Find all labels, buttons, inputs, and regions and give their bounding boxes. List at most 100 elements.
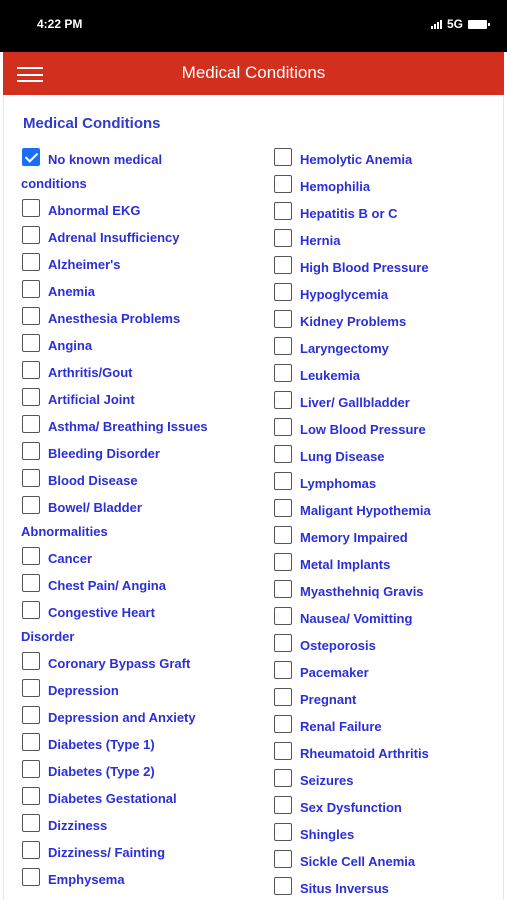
checkbox-icon[interactable]	[22, 868, 40, 886]
condition-item-coronary-bypass-graft[interactable]: Coronary Bypass Graft	[22, 652, 262, 672]
condition-item-congestive-heart-disorder[interactable]: Congestive Heart Disorder	[21, 601, 262, 645]
checkbox-icon[interactable]	[22, 652, 40, 670]
checkbox-icon[interactable]	[22, 574, 40, 592]
condition-item-diabetes-gestational[interactable]: Diabetes Gestational	[22, 787, 262, 807]
condition-item-hepatitis-b-or-c[interactable]: Hepatitis B or C	[274, 202, 502, 222]
condition-item-dizziness[interactable]: Dizziness	[22, 814, 262, 834]
condition-item-angina[interactable]: Angina	[22, 334, 262, 354]
checkbox-icon[interactable]	[274, 661, 292, 679]
checkbox-icon[interactable]	[274, 310, 292, 328]
condition-item-pregnant[interactable]: Pregnant	[274, 688, 502, 708]
checkbox-icon[interactable]	[274, 472, 292, 490]
condition-item-pacemaker[interactable]: Pacemaker	[274, 661, 502, 681]
checkbox-icon[interactable]	[274, 742, 292, 760]
condition-item-hemolytic-anemia[interactable]: Hemolytic Anemia	[274, 148, 502, 168]
condition-item-alzheimer-s[interactable]: Alzheimer's	[22, 253, 262, 273]
checkbox-icon[interactable]	[22, 361, 40, 379]
condition-item-no-known-medical-conditions[interactable]: No known medical conditions	[21, 148, 262, 192]
condition-item-maligant-hypothemia[interactable]: Maligant Hypothemia	[274, 499, 502, 519]
condition-item-sickle-cell-anemia[interactable]: Sickle Cell Anemia	[274, 850, 502, 870]
checkbox-icon[interactable]	[274, 688, 292, 706]
condition-item-leukemia[interactable]: Leukemia	[274, 364, 502, 384]
checkbox-icon[interactable]	[22, 841, 40, 859]
condition-item-situs-inversus[interactable]: Situs Inversus	[274, 877, 502, 897]
condition-item-cancer[interactable]: Cancer	[22, 547, 262, 567]
checkbox-icon[interactable]	[274, 391, 292, 409]
checkbox-icon[interactable]	[22, 706, 40, 724]
condition-item-anemia[interactable]: Anemia	[22, 280, 262, 300]
checkbox-icon[interactable]	[274, 607, 292, 625]
condition-item-hypoglycemia[interactable]: Hypoglycemia	[274, 283, 502, 303]
checkbox-icon[interactable]	[274, 256, 292, 274]
checkbox-icon[interactable]	[274, 823, 292, 841]
checkbox-icon[interactable]	[22, 442, 40, 460]
checkbox-icon[interactable]	[22, 334, 40, 352]
condition-item-asthma-breathing-issues[interactable]: Asthma/ Breathing Issues	[22, 415, 262, 435]
condition-item-lymphomas[interactable]: Lymphomas	[274, 472, 502, 492]
checkbox-icon[interactable]	[274, 175, 292, 193]
checkbox-icon[interactable]	[22, 388, 40, 406]
condition-item-abnormal-ekg[interactable]: Abnormal EKG	[22, 199, 262, 219]
checkbox-icon[interactable]	[22, 679, 40, 697]
checkbox-icon[interactable]	[22, 280, 40, 298]
condition-item-diabetes-type-2[interactable]: Diabetes (Type 2)	[22, 760, 262, 780]
condition-item-bowel-bladder-abnormalities[interactable]: Bowel/ Bladder Abnormalities	[21, 496, 262, 540]
checkbox-icon[interactable]	[22, 469, 40, 487]
checkbox-icon[interactable]	[274, 769, 292, 787]
condition-item-bleeding-disorder[interactable]: Bleeding Disorder	[22, 442, 262, 462]
condition-item-chest-pain-angina[interactable]: Chest Pain/ Angina	[22, 574, 262, 594]
checkbox-icon[interactable]	[22, 547, 40, 565]
condition-item-adrenal-insufficiency[interactable]: Adrenal Insufficiency	[22, 226, 262, 246]
checkbox-icon[interactable]	[274, 148, 292, 166]
condition-item-arthritis-gout[interactable]: Arthritis/Gout	[22, 361, 262, 381]
condition-item-artificial-joint[interactable]: Artificial Joint	[22, 388, 262, 408]
condition-item-anesthesia-problems[interactable]: Anesthesia Problems	[22, 307, 262, 327]
checkbox-icon[interactable]	[274, 283, 292, 301]
condition-item-depression-and-anxiety[interactable]: Depression and Anxiety	[22, 706, 262, 726]
checkbox-icon[interactable]	[274, 202, 292, 220]
checkbox-icon[interactable]	[274, 634, 292, 652]
checkbox-icon[interactable]	[274, 364, 292, 382]
condition-item-memory-impaired[interactable]: Memory Impaired	[274, 526, 502, 546]
condition-item-renal-failure[interactable]: Renal Failure	[274, 715, 502, 735]
condition-item-depression[interactable]: Depression	[22, 679, 262, 699]
checkbox-icon[interactable]	[22, 415, 40, 433]
checkbox-icon[interactable]	[274, 553, 292, 571]
checkbox-icon[interactable]	[274, 229, 292, 247]
condition-item-metal-implants[interactable]: Metal Implants	[274, 553, 502, 573]
checkbox-icon[interactable]	[274, 796, 292, 814]
checkbox-icon[interactable]	[22, 253, 40, 271]
checkbox-icon[interactable]	[22, 226, 40, 244]
checkbox-icon[interactable]	[22, 496, 40, 514]
condition-item-hemophilia[interactable]: Hemophilia	[274, 175, 502, 195]
checkbox-icon[interactable]	[22, 760, 40, 778]
condition-item-myasthehniq-gravis[interactable]: Myasthehniq Gravis	[274, 580, 502, 600]
condition-item-low-blood-pressure[interactable]: Low Blood Pressure	[274, 418, 502, 438]
condition-item-kidney-problems[interactable]: Kidney Problems	[274, 310, 502, 330]
condition-item-liver-gallbladder[interactable]: Liver/ Gallbladder	[274, 391, 502, 411]
condition-item-high-blood-pressure[interactable]: High Blood Pressure	[274, 256, 502, 276]
condition-item-nausea-vomitting[interactable]: Nausea/ Vomitting	[274, 607, 502, 627]
checkbox-icon[interactable]	[22, 733, 40, 751]
condition-item-rheumatoid-arthritis[interactable]: Rheumatoid Arthritis	[274, 742, 502, 762]
checkbox-icon[interactable]	[274, 526, 292, 544]
condition-item-osteporosis[interactable]: Osteporosis	[274, 634, 502, 654]
checkbox-icon[interactable]	[22, 601, 40, 619]
checkbox-icon[interactable]	[22, 199, 40, 217]
condition-item-lung-disease[interactable]: Lung Disease	[274, 445, 502, 465]
checkbox-icon[interactable]	[274, 445, 292, 463]
condition-item-sex-dysfunction[interactable]: Sex Dysfunction	[274, 796, 502, 816]
checkbox-icon[interactable]	[22, 307, 40, 325]
condition-item-blood-disease[interactable]: Blood Disease	[22, 469, 262, 489]
checkbox-icon[interactable]	[274, 580, 292, 598]
condition-item-dizziness-fainting[interactable]: Dizziness/ Fainting	[22, 841, 262, 861]
condition-item-diabetes-type-1[interactable]: Diabetes (Type 1)	[22, 733, 262, 753]
checkbox-checked-icon[interactable]	[22, 148, 40, 166]
checkbox-icon[interactable]	[274, 850, 292, 868]
condition-item-emphysema[interactable]: Emphysema	[22, 868, 262, 888]
condition-item-shingles[interactable]: Shingles	[274, 823, 502, 843]
checkbox-icon[interactable]	[274, 418, 292, 436]
checkbox-icon[interactable]	[22, 814, 40, 832]
checkbox-icon[interactable]	[22, 787, 40, 805]
condition-item-seizures[interactable]: Seizures	[274, 769, 502, 789]
